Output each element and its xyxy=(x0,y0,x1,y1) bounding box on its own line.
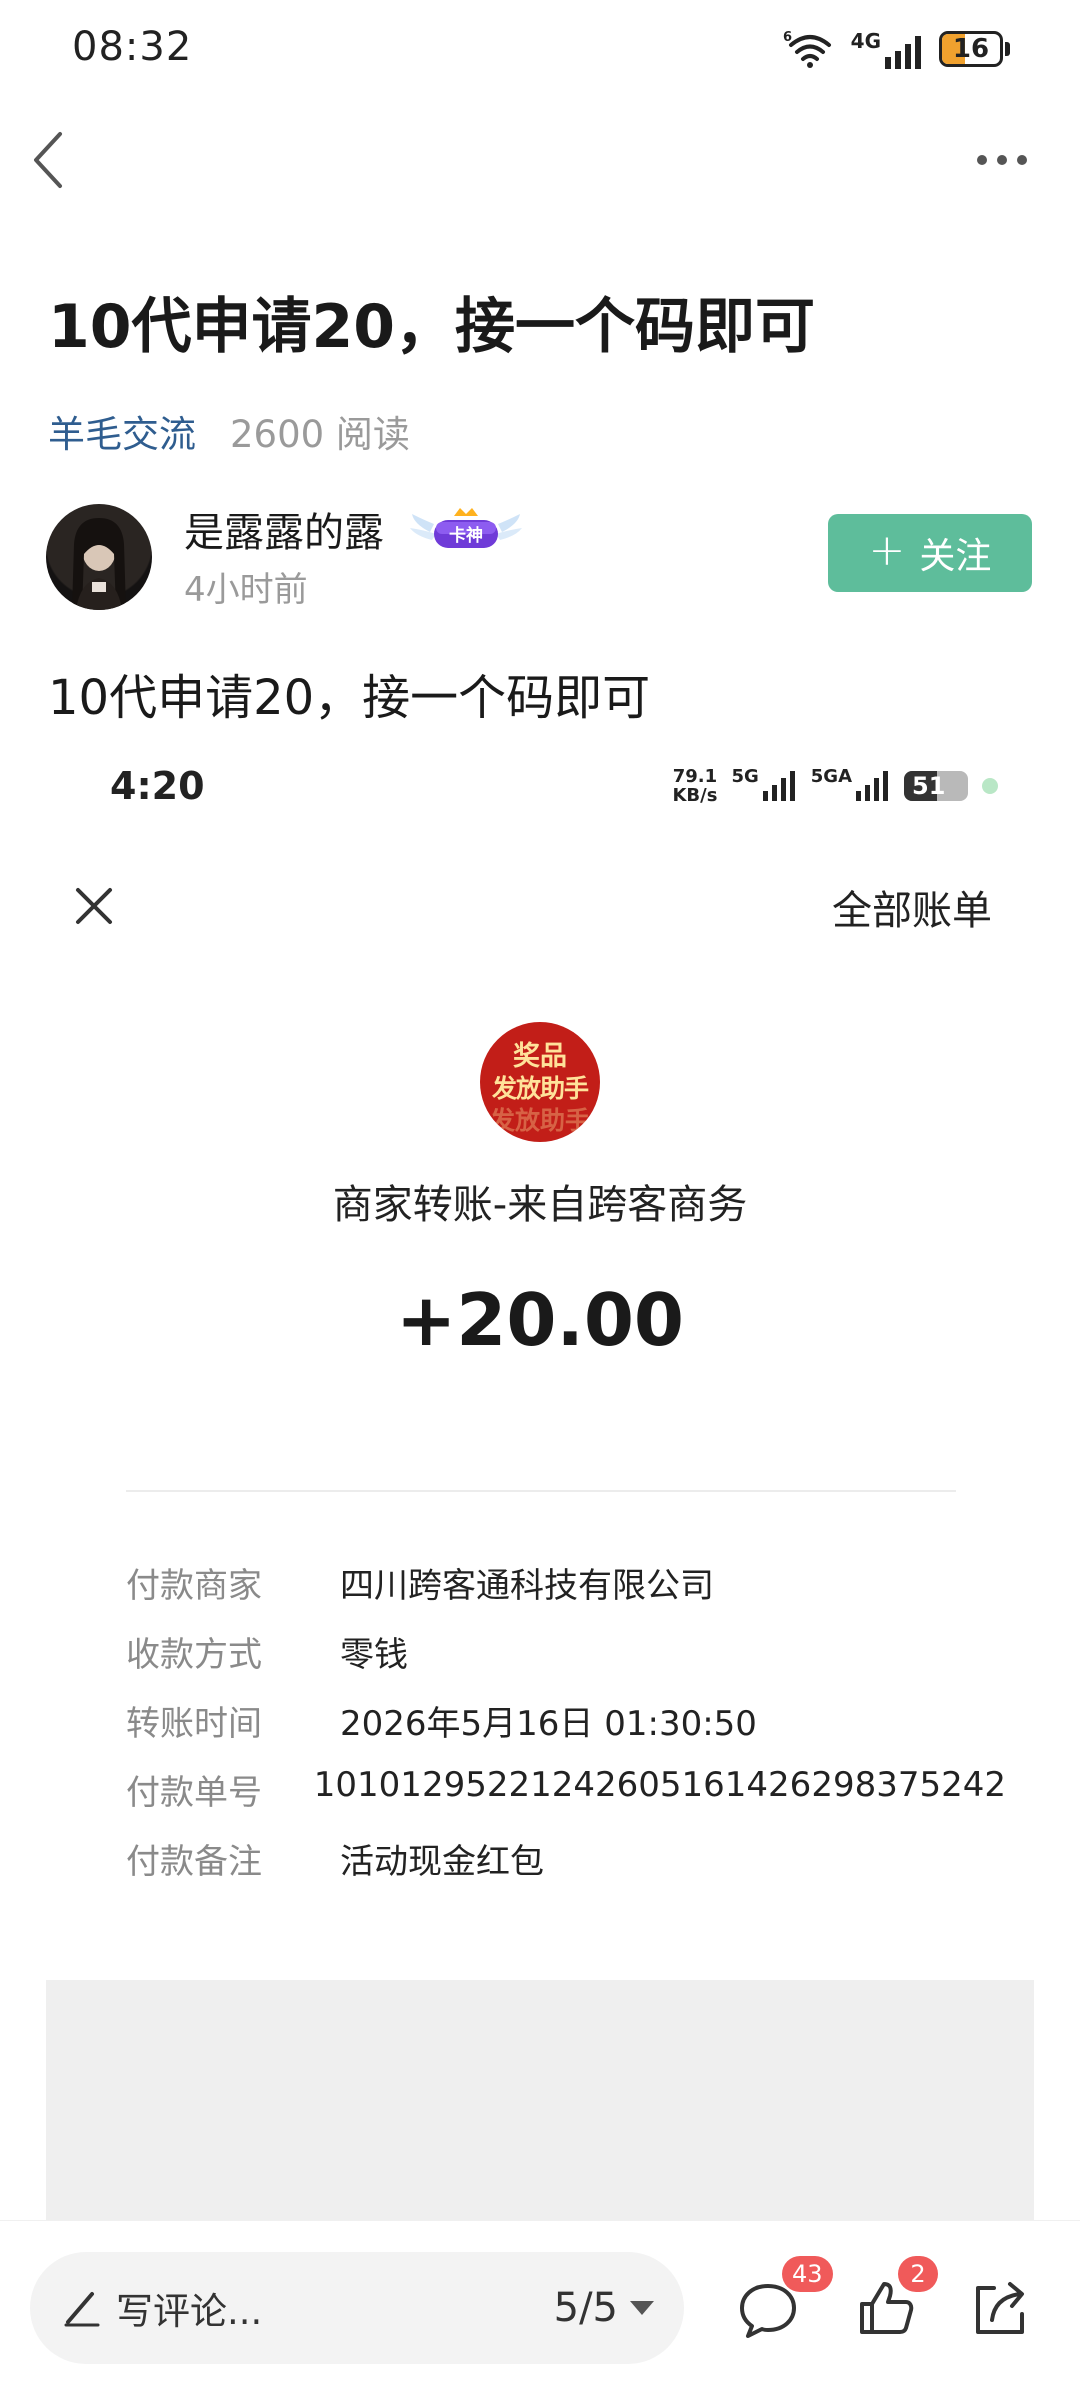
wifi-icon: 6 xyxy=(783,30,831,68)
share-icon xyxy=(976,2282,1024,2334)
badge-text: 卡神 xyxy=(449,526,483,546)
like-count-badge: 2 xyxy=(898,2256,938,2292)
close-button[interactable] xyxy=(72,884,116,928)
net2-label: 5GA xyxy=(810,766,852,787)
detail-label: 付款商家 xyxy=(126,1566,262,1606)
follow-label: 关注 xyxy=(919,536,992,577)
status-icons: 6 4G 16 xyxy=(783,26,1010,72)
battery-icon: 51 xyxy=(904,771,968,801)
dropdown-icon[interactable] xyxy=(628,2299,656,2317)
share-button[interactable] xyxy=(968,2276,1032,2340)
network-speed: 79.1 KB/s xyxy=(672,767,717,805)
detail-value: 活动现金红包 xyxy=(340,1842,544,1882)
divider xyxy=(126,1490,956,1492)
receipt-battery-level: 51 xyxy=(912,772,946,800)
status-time: 08:32 xyxy=(72,24,193,70)
merchant-logo: 奖品 发放助手 发放助手 xyxy=(480,1022,600,1142)
author-badge: 卡神 xyxy=(410,506,522,554)
pen-icon xyxy=(64,2292,100,2327)
detail-value: 2026年5月16日 01:30:50 xyxy=(340,1704,757,1744)
signal-icon xyxy=(885,36,921,69)
network-speed-value: 79.1 xyxy=(672,766,718,787)
battery-level: 16 xyxy=(952,34,990,64)
transfer-title: 商家转账-来自跨客商务 xyxy=(332,1182,748,1228)
logo-line-1: 奖品 xyxy=(513,1041,567,1072)
post-time: 4小时前 xyxy=(184,570,308,610)
detail-label: 转账时间 xyxy=(126,1704,262,1744)
follow-button[interactable]: + 关注 xyxy=(828,514,1032,592)
receipt-status-icons: 79.1 KB/s 5G 5GA 51 xyxy=(672,762,998,810)
comment-count-badge: 43 xyxy=(782,2256,833,2292)
comment-placeholder: 写评论... xyxy=(116,2290,263,2333)
detail-label: 付款备注 xyxy=(126,1842,262,1882)
network-signal: 4G xyxy=(851,29,925,69)
battery-icon: 16 xyxy=(939,31,1003,67)
channel-link[interactable]: 羊毛交流 xyxy=(48,404,196,458)
image-placeholder xyxy=(46,1980,1034,2220)
logo-line-2: 发放助手 xyxy=(491,1074,589,1103)
post-meta: 羊毛交流 2600 阅读 xyxy=(48,404,410,458)
author-name[interactable]: 是露露的露 xyxy=(184,500,384,558)
receipt-status-time: 4:20 xyxy=(110,764,205,808)
detail-row-merchant: 付款商家 四川跨客通科技有限公司 xyxy=(126,1558,1006,1607)
back-button[interactable] xyxy=(28,128,72,192)
net1-label: 5G xyxy=(731,766,759,787)
detail-value: 10101295221242605161426298375242 xyxy=(313,1765,1006,1805)
network-type-label: 4G xyxy=(850,29,881,53)
close-icon xyxy=(76,888,112,924)
more-button[interactable] xyxy=(974,150,1030,170)
avatar-image xyxy=(72,518,126,610)
network-speed-unit: KB/s xyxy=(672,785,718,806)
post-title: 10代申请20，接一个码即可 xyxy=(48,292,815,362)
back-arrow-icon xyxy=(34,132,62,188)
more-dots-icon xyxy=(977,155,1027,165)
post-body-text: 10代申请20，接一个码即可 xyxy=(48,670,651,726)
detail-row-time: 转账时间 2026年5月16日 01:30:50 xyxy=(126,1696,1006,1745)
all-bills-link[interactable]: 全部账单 xyxy=(832,878,992,936)
detail-row-note: 付款备注 活动现金红包 xyxy=(126,1834,1006,1883)
detail-row-order-no: 付款单号 10101295221242605161426298375242 xyxy=(126,1765,1006,1814)
battery-tip xyxy=(1005,42,1010,56)
view-count: 2600 阅读 xyxy=(230,413,410,456)
detail-value: 零钱 xyxy=(340,1635,408,1675)
comment-input[interactable]: 写评论... 5/5 xyxy=(30,2252,684,2364)
transfer-amount: +20.00 xyxy=(395,1278,685,1362)
detail-row-method: 收款方式 零钱 xyxy=(126,1627,1006,1676)
plus-icon: + xyxy=(868,525,906,576)
logo-line-3: 发放助手 xyxy=(489,1106,590,1135)
author-avatar[interactable] xyxy=(46,504,152,610)
signal-icon xyxy=(762,771,795,801)
detail-label: 付款单号 xyxy=(126,1773,262,1813)
page-indicator[interactable]: 5/5 xyxy=(554,2285,618,2331)
signal-icon xyxy=(856,771,888,801)
detail-value: 四川跨客通科技有限公司 xyxy=(340,1566,714,1606)
status-dot xyxy=(982,778,998,794)
detail-label: 收款方式 xyxy=(126,1635,262,1675)
